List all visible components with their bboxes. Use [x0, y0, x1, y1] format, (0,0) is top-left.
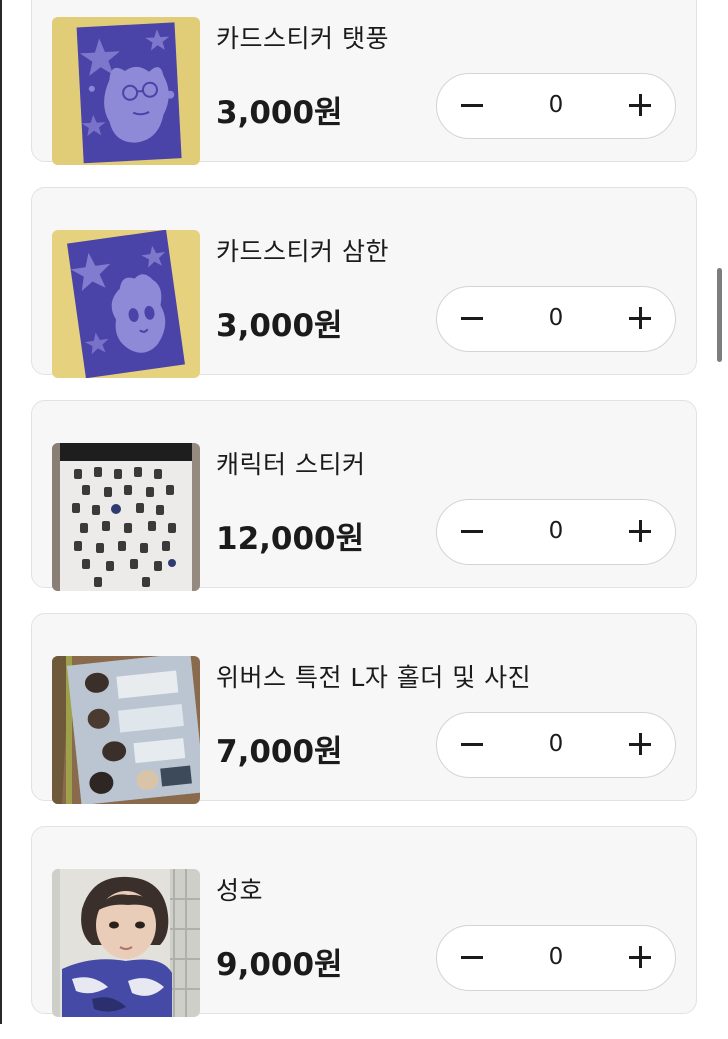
product-card: 위버스 특전 L자 홀더 및 사진 7,000원 0 — [31, 613, 697, 801]
product-card: 카드스티커 탯풍 3,000원 0 — [31, 0, 697, 162]
quantity-value: 0 — [507, 926, 605, 989]
decrease-button[interactable] — [437, 500, 507, 563]
product-name: 위버스 특전 L자 홀더 및 사진 — [216, 658, 531, 694]
product-image[interactable] — [52, 230, 200, 378]
quantity-value: 0 — [507, 713, 605, 776]
page-edge — [0, 0, 2, 1024]
product-list: 카드스티커 탯풍 3,000원 0 — [31, 0, 697, 1039]
decrease-button[interactable] — [437, 74, 507, 137]
product-image[interactable] — [52, 443, 200, 591]
decrease-button[interactable] — [437, 713, 507, 776]
product-name: 카드스티커 탯풍 — [216, 19, 389, 55]
product-name: 성호 — [216, 871, 263, 907]
quantity-value: 0 — [507, 500, 605, 563]
increase-button[interactable] — [605, 74, 675, 137]
product-price: 12,000원 — [216, 513, 364, 558]
quantity-stepper: 0 — [436, 499, 676, 565]
quantity-stepper: 0 — [436, 712, 676, 778]
product-name: 캐릭터 스티커 — [216, 445, 365, 481]
decrease-button[interactable] — [437, 926, 507, 989]
increase-button[interactable] — [605, 287, 675, 350]
product-card: 캐릭터 스티커 12,000원 0 — [31, 400, 697, 588]
product-card: 성호 9,000원 0 — [31, 826, 697, 1014]
quantity-stepper: 0 — [436, 286, 676, 352]
quantity-value: 0 — [507, 74, 605, 137]
quantity-stepper: 0 — [436, 925, 676, 991]
product-card: 카드스티커 삼한 3,000원 0 — [31, 187, 697, 375]
scrollbar[interactable] — [717, 268, 722, 362]
product-image[interactable] — [52, 17, 200, 165]
increase-button[interactable] — [605, 926, 675, 989]
product-image[interactable] — [52, 869, 200, 1017]
product-image[interactable] — [52, 656, 200, 804]
decrease-button[interactable] — [437, 287, 507, 350]
quantity-stepper: 0 — [436, 73, 676, 139]
increase-button[interactable] — [605, 500, 675, 563]
quantity-value: 0 — [507, 287, 605, 350]
product-name: 카드스티커 삼한 — [216, 232, 389, 268]
increase-button[interactable] — [605, 713, 675, 776]
product-price: 7,000원 — [216, 726, 343, 771]
product-price: 9,000원 — [216, 939, 343, 984]
product-price: 3,000원 — [216, 87, 343, 132]
product-price: 3,000원 — [216, 300, 343, 345]
